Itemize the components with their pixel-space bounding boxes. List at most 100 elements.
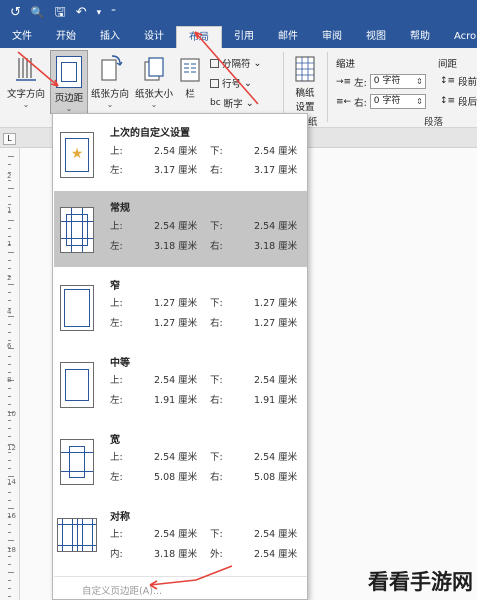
ruler-tick	[8, 596, 11, 597]
ruler-number: 2	[7, 172, 12, 180]
left-label: 左:	[110, 241, 123, 252]
tab-mailings[interactable]: 邮件	[266, 26, 310, 48]
customize-toolbar-icon[interactable]: ⁼	[111, 0, 116, 26]
ruler-tick	[8, 260, 11, 261]
bottom-value: 1.27 厘米	[254, 298, 298, 309]
tab-file[interactable]: 文件	[0, 26, 44, 48]
custom-margins-item[interactable]: 自定义页边距(A)...	[54, 576, 307, 600]
left-value: 1.27 厘米	[154, 318, 198, 329]
save-icon[interactable]: 🖫	[55, 0, 66, 26]
ruler-number: 1	[7, 240, 12, 248]
columns-button[interactable]: 栏	[178, 54, 202, 100]
left-value: 3.18 厘米	[154, 241, 198, 252]
ruler-tick	[8, 508, 14, 509]
outside-value: 2.54 厘米	[254, 549, 298, 560]
columns-label: 栏	[185, 89, 195, 100]
ruler-tick	[8, 332, 11, 333]
tab-insert[interactable]: 插入	[88, 26, 132, 48]
indent-right-label: 右:	[354, 97, 367, 109]
margin-option-last-custom[interactable]: ★ 上次的自定义设置 上: 2.54 厘米 下: 2.54 厘米 左: 3.17…	[54, 116, 307, 191]
breaks-button[interactable]: 分隔符 ⌄	[210, 56, 261, 70]
bottom-label: 下:	[210, 221, 223, 232]
group-label-draft: 纸	[308, 117, 318, 128]
size-button[interactable]: 纸张大小 ⌄	[132, 54, 176, 109]
margin-option-narrow[interactable]: 窄 上: 1.27 厘米 下: 1.27 厘米 左: 1.27 厘米 右: 1.…	[54, 269, 307, 344]
spacing-before-row: ↕≡ 段前:	[440, 74, 477, 88]
tab-review[interactable]: 审阅	[310, 26, 354, 48]
undo-icon[interactable]: ↶	[76, 0, 87, 26]
breaks-label: 分隔符	[222, 59, 251, 70]
line-numbers-button[interactable]: 行号 ⌄	[210, 76, 252, 90]
chevron-down-icon: ⌄	[245, 97, 254, 109]
indent-right-input[interactable]: 0 字符	[369, 94, 426, 109]
top-value: 2.54 厘米	[154, 452, 198, 463]
tab-home[interactable]: 开始	[44, 26, 88, 48]
ruler-number: 6	[7, 342, 12, 350]
bottom-label: 下:	[210, 298, 223, 309]
spacing-after-row: ↕≡ 段后:	[440, 94, 477, 108]
inside-label: 内:	[110, 549, 123, 560]
ruler-number: 2	[7, 274, 12, 282]
ruler-tick	[8, 284, 14, 285]
chevron-down-icon: ⌄	[22, 100, 30, 109]
tab-view[interactable]: 视图	[354, 26, 398, 48]
line-numbers-label: 行号	[222, 79, 242, 90]
text-direction-button[interactable]: 文字方向 ⌄	[4, 54, 48, 109]
indent-left-input[interactable]: 0 字符	[369, 74, 426, 89]
ruler-tick	[8, 156, 14, 157]
ruler-tick	[8, 340, 11, 341]
size-label: 纸张大小	[134, 89, 173, 100]
tab-help[interactable]: 帮助	[398, 26, 442, 48]
text-direction-icon	[16, 58, 36, 81]
ruler-tick	[8, 356, 11, 357]
margin-option-normal[interactable]: 常规 上: 2.54 厘米 下: 2.54 厘米 左: 3.18 厘米 右: 3…	[54, 191, 307, 267]
margin-option-title: 窄	[110, 281, 120, 292]
vertical-ruler: 2 1 1 2 4 6 8 10 12 14 16 18	[0, 148, 20, 600]
margins-label: 页边距	[54, 93, 84, 104]
right-value: 1.27 厘米	[254, 318, 298, 329]
ruler-tick	[8, 476, 14, 477]
watermark: 看看手游网	[368, 569, 473, 594]
margin-preview-icon	[60, 362, 94, 408]
margin-option-wide[interactable]: 宽 上: 2.54 厘米 下: 2.54 厘米 左: 5.08 厘米 右: 5.…	[54, 423, 307, 498]
margin-option-mirrored[interactable]: 对称 上: 2.54 厘米 下: 2.54 厘米 内: 3.18 厘米 外: 2…	[54, 500, 307, 575]
ruler-tick	[8, 252, 14, 253]
ruler-tick	[8, 420, 11, 421]
ruler-tick	[8, 316, 14, 317]
margin-preview-icon	[60, 207, 94, 253]
orientation-button[interactable]: 纸张方向 ⌄	[88, 54, 132, 109]
ruler-tick	[8, 452, 11, 453]
tab-design[interactable]: 设计	[132, 26, 176, 48]
ruler-tick	[8, 460, 11, 461]
margin-option-moderate[interactable]: 中等 上: 2.54 厘米 下: 2.54 厘米 左: 1.91 厘米 右: 1…	[54, 346, 307, 421]
bottom-label: 下:	[210, 146, 223, 157]
right-value: 3.17 厘米	[254, 165, 298, 176]
margin-preview-icon	[57, 518, 97, 552]
tab-selector[interactable]: L	[3, 133, 16, 145]
ribbon-tabs: 文件 开始 插入 设计 布局 引用 邮件 审阅 视图 帮助 Acroba	[0, 26, 477, 48]
paper-size-icon	[144, 57, 164, 81]
ruler-tick	[8, 164, 11, 165]
ruler-tick	[8, 268, 11, 269]
tab-acrobat[interactable]: Acroba	[442, 26, 477, 48]
autosave-icon[interactable]: ↺	[10, 0, 21, 26]
undo-dropdown-icon[interactable]: ▾	[97, 0, 102, 26]
left-label: 左:	[110, 165, 123, 176]
margin-option-title: 对称	[110, 512, 130, 523]
ruler-number: 18	[7, 546, 16, 554]
right-value: 1.91 厘米	[254, 395, 298, 406]
top-value: 2.54 厘米	[154, 146, 198, 157]
ruler-tick	[8, 428, 11, 429]
tab-references[interactable]: 引用	[222, 26, 266, 48]
print-preview-icon[interactable]: 🔍	[31, 0, 45, 26]
ruler-number: 14	[7, 478, 16, 486]
draft-settings-button[interactable]: 稿纸 设置	[288, 54, 322, 113]
right-label: 右:	[210, 165, 223, 176]
ruler-tick	[8, 236, 11, 237]
group-label-paragraph: 段落	[424, 117, 444, 128]
draft-settings-label-1: 稿纸	[295, 88, 315, 99]
hyphenation-button[interactable]: bc 断字 ⌄	[210, 96, 254, 111]
margins-button[interactable]: 页边距 ⌄	[50, 50, 88, 114]
right-value: 3.18 厘米	[254, 241, 298, 252]
tab-layout[interactable]: 布局	[176, 26, 222, 48]
